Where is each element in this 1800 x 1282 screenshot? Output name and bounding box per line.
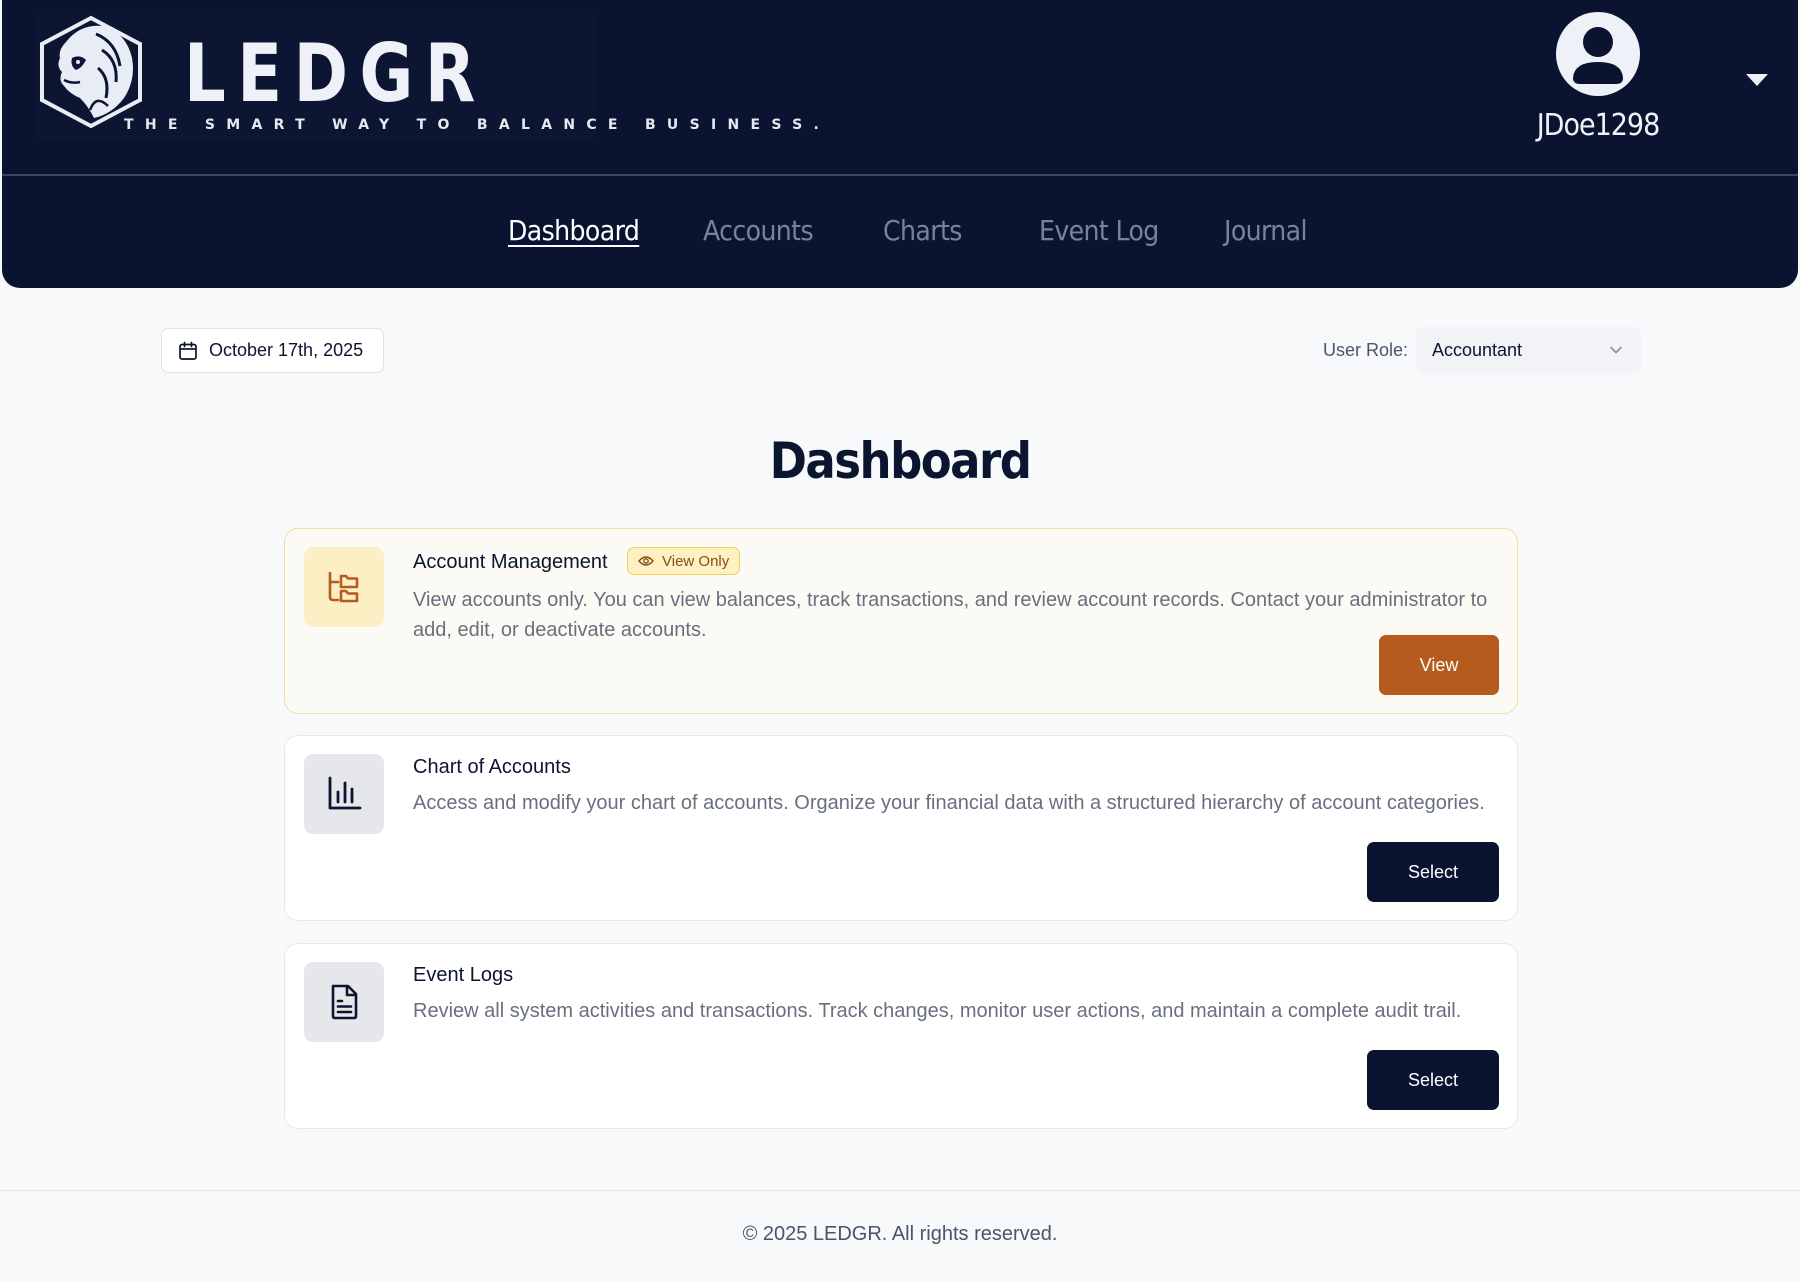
view-accounts-button[interactable]: View [1379,635,1499,695]
folder-tree-icon [328,571,359,603]
select-event-logs-button[interactable]: Select [1367,1050,1499,1110]
eye-icon [638,556,654,566]
nav-item-event-log[interactable]: Event Log [1039,214,1159,247]
chevron-down-icon[interactable] [1746,74,1768,86]
user-role-value: Accountant [1432,339,1523,360]
user-avatar-icon [1556,12,1640,96]
username: JDoe1298 [1536,108,1661,143]
date-picker-button[interactable]: October 17th, 2025 [161,328,384,373]
card-description: View accounts only. You can view balance… [413,589,1488,641]
header-top-bar: LEDGR THE SMART WAY TO BALANCE BUSINESS.… [2,0,1798,176]
page-footer: © 2025 LEDGR. All rights reserved. [0,1190,1800,1282]
select-chart-of-accounts-button[interactable]: Select [1367,842,1499,902]
page-title: Dashboard [769,432,1032,490]
card-title: Chart of Accounts [413,756,571,778]
card-description: Review all system activities and transac… [413,1000,1462,1022]
card-title: Account Management [413,551,608,573]
chevron-down-icon [1610,346,1622,354]
view-only-badge: View Only [627,547,741,575]
copyright-text: © 2025 LEDGR. All rights reserved. [742,1223,1058,1245]
brand-tagline: THE SMART WAY TO BALANCE BUSINESS. [124,117,831,133]
date-label: October 17th, 2025 [209,340,364,360]
user-role-select[interactable]: Accountant [1416,327,1641,373]
card-description: Access and modify your chart of accounts… [413,792,1485,814]
badge-label: View Only [662,552,730,570]
lion-logo-icon [40,15,142,129]
nav-item-accounts[interactable]: Accounts [703,214,814,247]
card-icon-container [304,754,384,834]
file-text-icon [331,984,358,1020]
account-management-card: Account Management View Only View accoun… [284,528,1518,714]
user-profile[interactable]: JDoe1298 [1528,12,1668,152]
card-title: Event Logs [413,964,514,986]
card-icon-container [304,547,384,627]
nav-item-journal[interactable]: Journal [1224,214,1307,247]
bar-chart-icon [328,776,362,810]
nav-item-dashboard[interactable]: Dashboard [508,214,640,247]
brand-logo[interactable]: LEDGR THE SMART WAY TO BALANCE BUSINESS. [36,14,819,140]
nav-item-charts[interactable]: Charts [883,214,962,247]
chart-of-accounts-card: Chart of Accounts Access and modify your… [284,735,1518,921]
main-nav: Dashboard Accounts Charts Event Log Jour… [2,178,1798,288]
app-header: LEDGR THE SMART WAY TO BALANCE BUSINESS.… [2,0,1798,288]
event-logs-card: Event Logs Review all system activities … [284,943,1518,1129]
card-icon-container [304,962,384,1042]
calendar-icon [179,341,197,360]
user-role-label: User Role: [1323,340,1409,360]
brand-name: LEDGR [184,27,487,120]
